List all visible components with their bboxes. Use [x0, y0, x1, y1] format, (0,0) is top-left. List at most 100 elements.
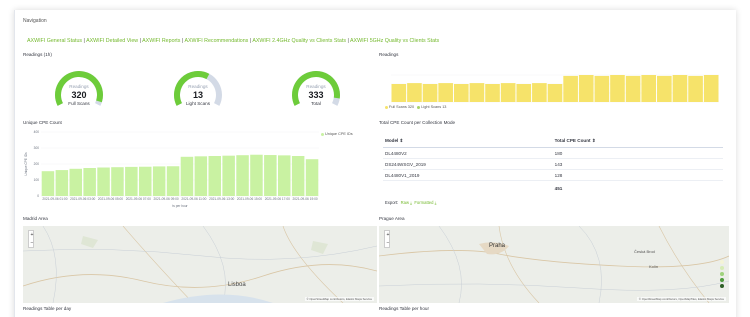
- y-tick-label: 300: [34, 146, 40, 150]
- y-tick-label: 100: [34, 178, 40, 182]
- cell-count: 180: [552, 147, 723, 159]
- x-tick-label: 2021-09-06 13:00: [209, 197, 234, 201]
- nav-link-24ghz-stats[interactable]: AXWIFI 2.4GHz Quality vs Clients Stats: [252, 38, 346, 44]
- y-tick-label: 0: [37, 194, 39, 198]
- gauge-sublabel: Total: [311, 101, 321, 106]
- bar-unique-cpe: [222, 155, 235, 196]
- madrid-map-roads: [23, 226, 377, 303]
- x-axis-label: ts per hour: [172, 204, 188, 208]
- bar-full-scans: [500, 83, 516, 102]
- x-tick-label: 2021-09-06 07:00: [126, 197, 151, 201]
- x-tick-label: 2021-09-06 15:00: [237, 197, 262, 201]
- cell-total-blank: [383, 181, 553, 194]
- navigation-title: Navigation: [23, 18, 47, 24]
- x-tick-label: 2021-09-06 17:00: [265, 197, 290, 201]
- map-town-label: Česká Brod: [634, 249, 655, 254]
- bar-unique-cpe: [55, 170, 69, 196]
- gauge-total: Readings 333 Total: [288, 71, 344, 111]
- table-row: DL4480V1_2019 128: [383, 169, 723, 181]
- bar-unique-cpe: [264, 155, 277, 196]
- bar-full-scans: [438, 83, 453, 102]
- readings-chart-svg: [391, 74, 719, 103]
- bar-full-scans: [641, 75, 657, 102]
- bar-full-scans: [672, 75, 688, 102]
- nav-link-recommendations[interactable]: AXWIFI Recommendations: [184, 38, 248, 44]
- bar-full-scans: [703, 75, 719, 102]
- zoom-in-button[interactable]: +: [385, 231, 391, 239]
- zoom-out-button[interactable]: −: [29, 239, 35, 247]
- cell-total: 451: [554, 186, 563, 191]
- export-raw-link[interactable]: Raw ⤓: [401, 200, 412, 205]
- y-tick-label: 200: [34, 162, 40, 166]
- nav-link-reports[interactable]: AXWIFI Reports: [142, 38, 180, 44]
- bar-unique-cpe: [69, 168, 82, 196]
- x-tick-label: 2021-09-06 11:00: [181, 197, 206, 201]
- bar-full-scans: [610, 75, 625, 102]
- bar-full-scans: [657, 75, 672, 102]
- gauge-value: 333: [308, 90, 324, 100]
- x-tick-label: 2021-09-06 19:00: [293, 197, 318, 201]
- zoom-in-button[interactable]: +: [29, 231, 35, 239]
- bar-unique-cpe: [125, 166, 138, 196]
- legend-full-scans: Full Scans 320: [389, 105, 415, 109]
- bar-full-scans: [594, 75, 610, 102]
- cpe-chart-svg: 0 100 200 300 400 2021-09-06 01:00 2021-09-06 …: [24, 130, 319, 208]
- legend-swatch: [719, 278, 724, 282]
- bar-full-scans: [422, 84, 438, 102]
- bar-full-scans: [469, 83, 485, 102]
- bar-unique-cpe: [180, 156, 194, 196]
- column-header-model[interactable]: Model ⇕: [383, 136, 553, 148]
- prague-map-title: Prague Area: [379, 216, 405, 221]
- column-header-total[interactable]: Total CPE Count ⇕: [552, 136, 723, 148]
- legend-cpe-ids: Unique CPE IDs: [325, 132, 353, 136]
- map-legend: [718, 258, 725, 290]
- bar-full-scans: [453, 84, 469, 102]
- bar-unique-cpe: [111, 167, 124, 196]
- nav-link-detailed-view[interactable]: AXWIFI Detailed View: [86, 38, 138, 44]
- nav-link-5ghz-stats[interactable]: AXWIFI 5GHz Quality vs Clients Stats: [350, 38, 439, 44]
- madrid-map[interactable]: + − Lisboa © OpenStreetMap contributors,…: [23, 226, 377, 303]
- zoom-out-button[interactable]: −: [385, 239, 391, 247]
- bar-unique-cpe: [278, 155, 291, 196]
- dashboard-frame: Navigation AXWIFI General Status | AXWIF…: [14, 10, 736, 317]
- bar-full-scans: [407, 83, 422, 102]
- map-town-label: Kolín: [649, 264, 659, 269]
- bar-unique-cpe: [41, 171, 55, 196]
- table-row: DL4480V2 180: [383, 147, 723, 159]
- bar-full-scans: [563, 75, 578, 102]
- gauge-sublabel: Light Scans: [185, 101, 210, 106]
- bar-full-scans: [532, 83, 547, 102]
- collection-table-title: Total CPE Count per Collection Mode: [379, 120, 456, 125]
- export-formatted-link[interactable]: Formatted ⤓: [414, 200, 436, 205]
- export-label: Export:: [385, 200, 399, 205]
- gauge-label: Readings: [69, 84, 89, 89]
- readings-table-day-title: Readings Table per day: [23, 306, 72, 311]
- readings-chart-title: Readings: [379, 52, 399, 57]
- legend-swatch: [719, 284, 724, 288]
- legend-dot-full: [385, 105, 388, 109]
- cpe-legend[interactable]: Unique CPE IDs: [321, 132, 353, 136]
- bar-unique-cpe: [97, 167, 110, 196]
- madrid-map-title: Madrid Area: [23, 216, 48, 221]
- legend-swatch: [719, 266, 724, 270]
- bar-unique-cpe: [139, 166, 152, 196]
- bar-full-scans: [625, 75, 641, 102]
- readings-legend[interactable]: Full Scans 320 Light Scans 13: [385, 105, 446, 109]
- bar-full-scans: [688, 75, 703, 102]
- prague-zoom-control: + −: [384, 230, 390, 248]
- legend-dot-cpe: [321, 132, 324, 136]
- legend-dot-light: [417, 105, 421, 109]
- bar-unique-cpe: [291, 156, 305, 196]
- nav-link-general-status[interactable]: AXWIFI General Status: [27, 38, 82, 44]
- cell-count: 143: [552, 158, 723, 170]
- bar-unique-cpe: [305, 159, 319, 196]
- y-tick-label: 400: [34, 130, 40, 134]
- prague-map[interactable]: + − Praha Kolín Česká Brod © OpenStreetM…: [379, 226, 729, 303]
- bar-unique-cpe: [250, 154, 263, 196]
- table-row: DS244WSGV_2019 143: [383, 158, 723, 170]
- bar-full-scans: [516, 84, 532, 102]
- bar-full-scans: [391, 84, 407, 102]
- bar-full-scans: [547, 84, 563, 102]
- gauge-full-scans: Readings 320 Full Scans: [51, 71, 107, 111]
- x-tick-label: 2021-09-06 01:00: [42, 197, 67, 201]
